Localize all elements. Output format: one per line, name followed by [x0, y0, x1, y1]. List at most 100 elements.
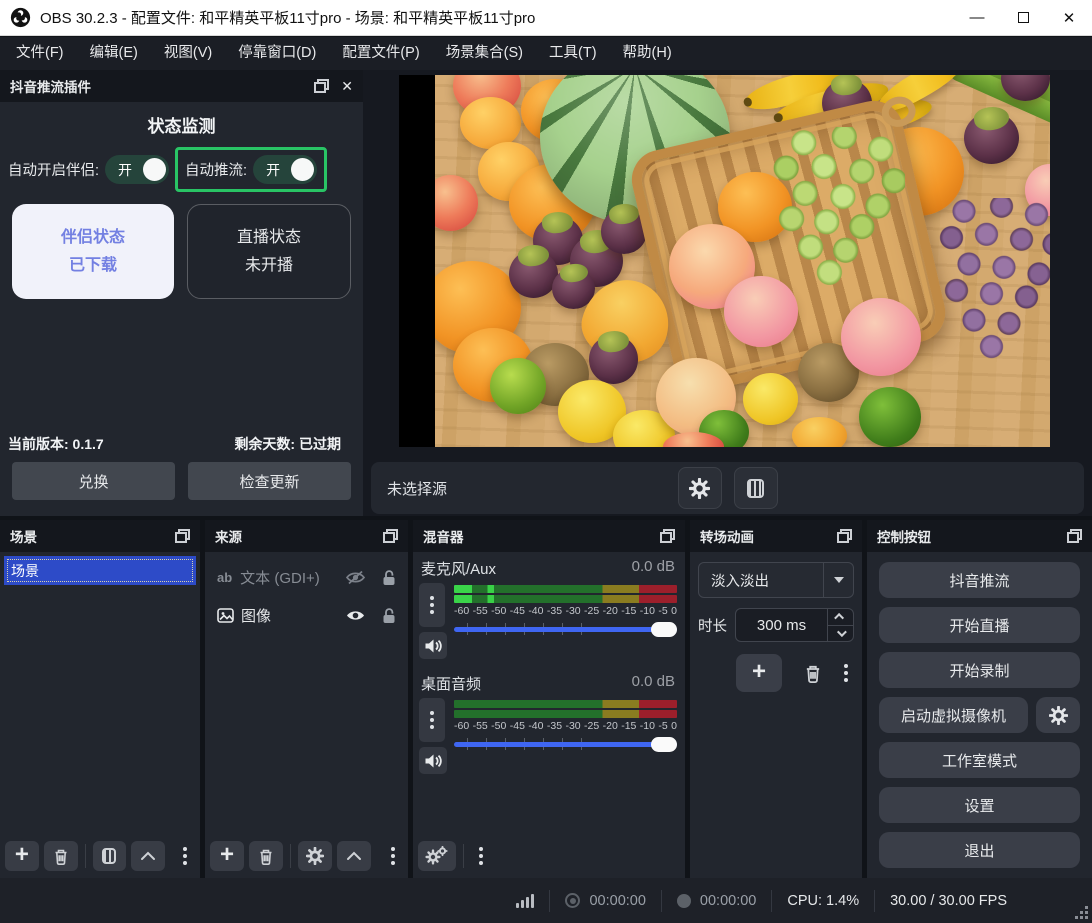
kebab-icon	[479, 847, 483, 865]
exit-button[interactable]: 退出	[879, 832, 1080, 868]
desktop-volume-meter	[454, 698, 677, 718]
add-source-button[interactable]: +	[210, 841, 244, 871]
sources-menu-button[interactable]	[383, 841, 403, 871]
preview-canvas[interactable]	[399, 75, 1050, 447]
record-icon	[677, 894, 691, 908]
trash-icon	[258, 848, 274, 865]
source-properties-toolbar-button[interactable]	[298, 841, 332, 871]
maximize-icon	[1018, 12, 1029, 23]
unlock-icon[interactable]	[382, 569, 396, 586]
menu-file[interactable]: 文件(F)	[4, 37, 76, 70]
mic-volume-slider[interactable]	[454, 620, 677, 638]
scenes-menu-button[interactable]	[175, 841, 195, 871]
divider	[85, 844, 86, 868]
desktop-channel-name: 桌面音频	[421, 673, 481, 694]
spin-up-button[interactable]	[828, 609, 853, 625]
mic-mute-button[interactable]	[419, 632, 447, 659]
auto-companion-label: 自动开启伴侣:	[8, 159, 99, 180]
mixer-menu-button[interactable]	[471, 841, 491, 871]
menu-tools[interactable]: 工具(T)	[537, 37, 609, 70]
move-scene-up-button[interactable]	[131, 841, 165, 871]
move-source-up-button[interactable]	[337, 841, 371, 871]
redeem-button[interactable]: 兑换	[12, 462, 175, 500]
fruit-peach	[724, 276, 798, 347]
plugin-dock-title: 抖音推流插件	[10, 76, 91, 96]
transition-select[interactable]: 淡入淡出	[698, 562, 854, 598]
auto-stream-toggle[interactable]: 开	[253, 155, 317, 184]
close-button[interactable]: ✕	[1046, 0, 1092, 35]
mixer-dock-header[interactable]: 混音器	[413, 520, 685, 552]
studio-mode-button[interactable]: 工作室模式	[879, 742, 1080, 778]
slider-handle[interactable]	[651, 737, 677, 752]
desktop-mute-button[interactable]	[419, 747, 447, 774]
dock-popout-icon[interactable]	[837, 529, 852, 543]
obs-logo-icon	[10, 7, 31, 28]
remove-scene-button[interactable]	[44, 841, 78, 871]
source-row-image[interactable]: 图像	[205, 596, 408, 634]
minimize-button[interactable]: —	[954, 0, 1000, 35]
gear-icon	[689, 478, 710, 499]
transitions-menu-button[interactable]	[844, 664, 848, 682]
controls-dock-header[interactable]: 控制按钮	[867, 520, 1092, 552]
duration-spinner[interactable]: 300 ms	[735, 608, 854, 642]
sources-dock-header[interactable]: 来源	[205, 520, 408, 552]
check-update-button[interactable]: 检查更新	[188, 462, 351, 500]
eye-slash-icon[interactable]	[345, 570, 366, 585]
settings-button[interactable]: 设置	[879, 787, 1080, 823]
chevron-up-icon	[140, 851, 156, 861]
no-source-label: 未选择源	[387, 478, 447, 499]
plus-icon: +	[15, 843, 29, 867]
advanced-audio-button[interactable]	[418, 841, 456, 871]
source-row-text[interactable]: ab 文本 (GDI+)	[205, 558, 408, 596]
menu-profile[interactable]: 配置文件(P)	[330, 37, 431, 70]
dock-popout-icon[interactable]	[1067, 529, 1082, 543]
unlock-icon[interactable]	[382, 607, 396, 624]
live-status-card[interactable]: 直播状态 未开播	[187, 204, 351, 299]
mixer-channel-mic: 麦克风/Aux 0.0 dB -60-55-50-45-40-35-	[413, 552, 685, 659]
menu-edit[interactable]: 编辑(E)	[78, 37, 150, 70]
slider-track	[454, 627, 677, 632]
select-arrow-button[interactable]	[823, 563, 853, 597]
menu-docks[interactable]: 停靠窗口(D)	[226, 37, 328, 70]
preview-image	[435, 75, 1050, 447]
transitions-dock-header[interactable]: 转场动画	[690, 520, 862, 552]
maximize-button[interactable]	[1000, 0, 1046, 35]
menu-help[interactable]: 帮助(H)	[611, 37, 684, 70]
desktop-options-button[interactable]	[419, 698, 445, 742]
fruit-mango	[792, 417, 847, 447]
menu-view[interactable]: 视图(V)	[152, 37, 224, 70]
dock-popout-icon[interactable]	[175, 529, 190, 543]
dock-popout-icon[interactable]	[314, 79, 329, 93]
scenes-dock-header[interactable]: 场景	[0, 520, 200, 552]
dock-popout-icon[interactable]	[383, 529, 398, 543]
source-filters-button[interactable]	[734, 467, 778, 509]
add-transition-button[interactable]: +	[736, 654, 782, 692]
eye-icon[interactable]	[345, 608, 366, 623]
remove-transition-button[interactable]	[804, 664, 822, 683]
virtual-camera-settings-button[interactable]	[1036, 697, 1080, 733]
duration-value[interactable]: 300 ms	[736, 617, 827, 634]
slider-handle[interactable]	[651, 622, 677, 637]
douyin-stream-button[interactable]: 抖音推流	[879, 562, 1080, 598]
start-recording-button[interactable]: 开始录制	[879, 652, 1080, 688]
start-streaming-button[interactable]: 开始直播	[879, 607, 1080, 643]
scene-filters-button[interactable]	[93, 841, 127, 871]
spin-down-button[interactable]	[828, 625, 853, 642]
db-scale: -60-55-50-45-40-35-30-25-20-15-10-50	[454, 605, 677, 617]
add-scene-button[interactable]: +	[5, 841, 39, 871]
kebab-icon	[430, 711, 434, 729]
remove-source-button[interactable]	[249, 841, 283, 871]
source-properties-button[interactable]	[678, 467, 722, 509]
dock-close-icon[interactable]: ✕	[341, 79, 353, 93]
mixer-dock: 混音器 麦克风/Aux 0.0 dB	[413, 520, 685, 878]
resize-grip[interactable]	[1074, 905, 1088, 919]
start-virtual-camera-button[interactable]: 启动虚拟摄像机	[879, 697, 1028, 733]
menu-scene-collection[interactable]: 场景集合(S)	[434, 37, 535, 70]
companion-status-card[interactable]: 伴侣状态 已下载	[12, 204, 174, 299]
auto-companion-toggle[interactable]: 开	[105, 155, 169, 184]
scene-list-item[interactable]: 场景	[4, 556, 196, 585]
desktop-volume-slider[interactable]	[454, 735, 677, 753]
plugin-dock-header[interactable]: 抖音推流插件 ✕	[0, 70, 363, 102]
mic-options-button[interactable]	[419, 583, 445, 627]
dock-popout-icon[interactable]	[660, 529, 675, 543]
